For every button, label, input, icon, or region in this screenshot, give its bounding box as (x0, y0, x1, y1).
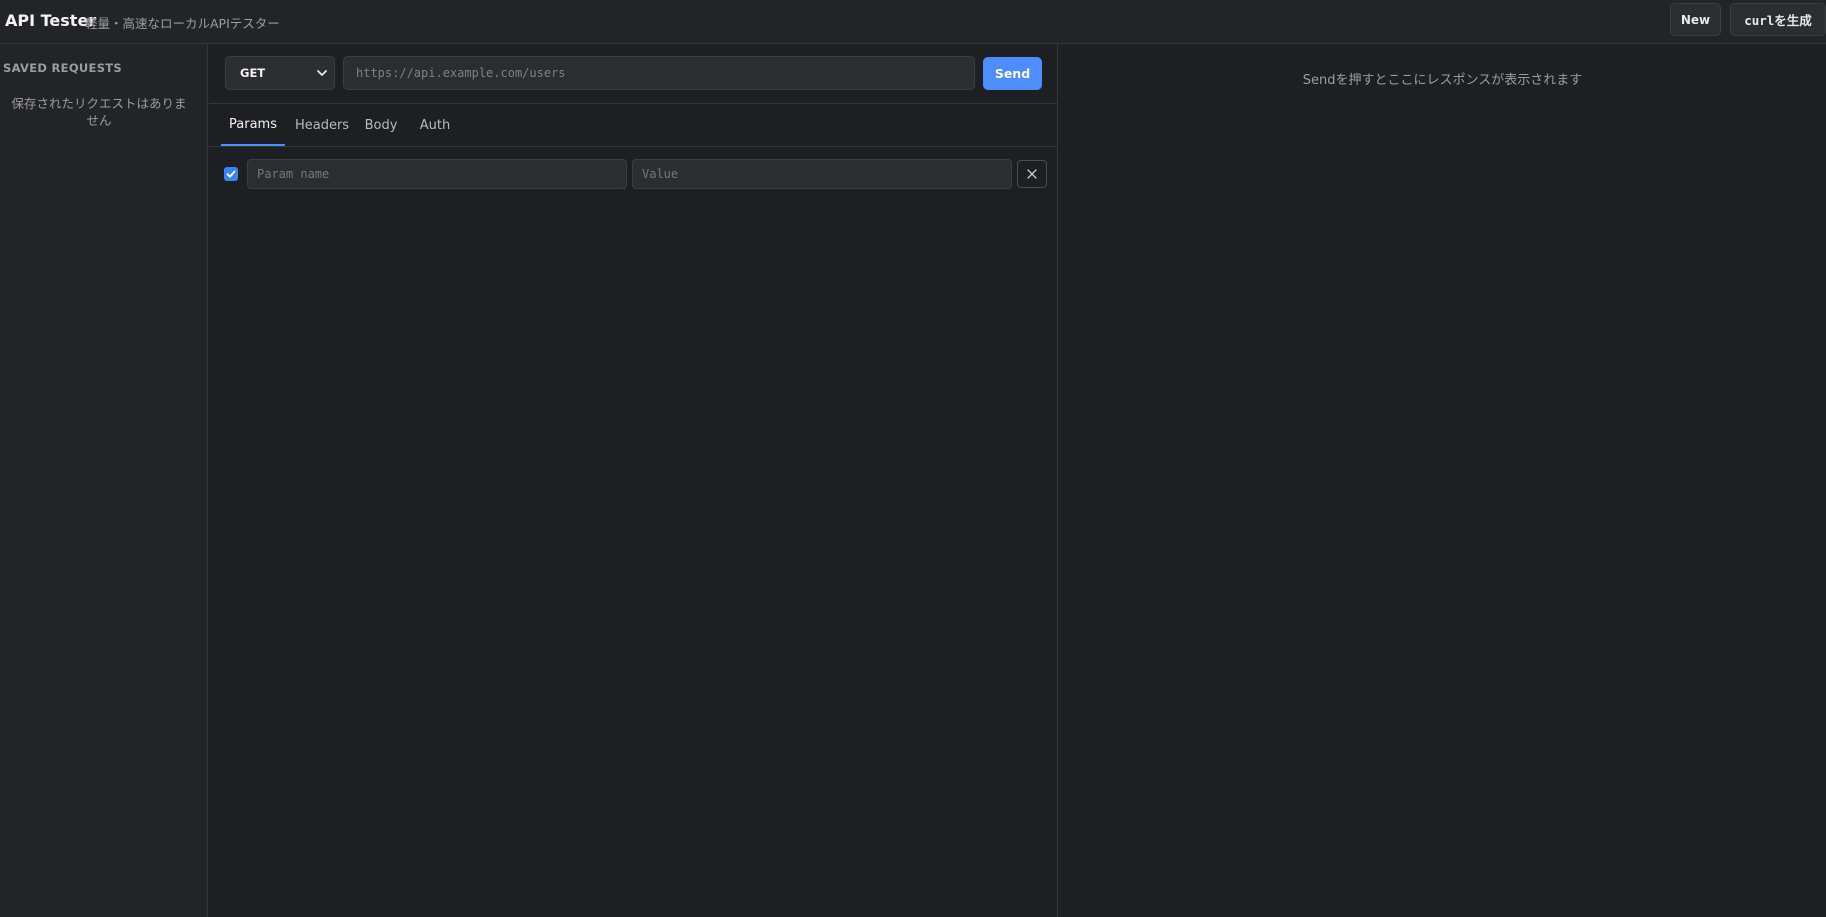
param-value-input[interactable] (632, 159, 1012, 189)
saved-requests-sidebar: SAVED REQUESTS 保存されたリクエストはありません (0, 44, 208, 917)
tab-auth[interactable]: Auth (420, 104, 450, 146)
request-panel: GET Send Params Headers Body Auth (209, 44, 1058, 917)
tab-params[interactable]: Params (221, 104, 285, 146)
tab-headers[interactable]: Headers (295, 104, 349, 146)
generate-curl-button[interactable]: curlを生成 (1730, 3, 1826, 36)
app-subtitle: 軽量・高速なローカルAPIテスター (85, 16, 280, 31)
param-row (209, 159, 1058, 191)
param-name-input[interactable] (247, 159, 627, 189)
app-title: API Tester (5, 11, 97, 30)
method-value: GET (240, 66, 266, 80)
param-enabled-checkbox[interactable] (224, 167, 238, 181)
send-button[interactable]: Send (983, 57, 1042, 90)
url-input[interactable] (343, 56, 975, 90)
checkmark-icon (226, 170, 236, 178)
url-bar: GET Send (209, 44, 1058, 104)
app-header: API Tester 軽量・高速なローカルAPIテスター New curlを生成 (0, 0, 1826, 44)
request-tabs: Params Headers Body Auth (209, 104, 1058, 147)
tab-body[interactable]: Body (365, 104, 398, 146)
remove-param-button[interactable] (1017, 160, 1047, 188)
response-empty-message: Sendを押すとここにレスポンスが表示されます (1302, 73, 1583, 88)
chevron-down-icon (317, 70, 327, 76)
new-request-button[interactable]: New (1670, 3, 1721, 36)
sidebar-title: SAVED REQUESTS (3, 61, 122, 75)
method-select[interactable]: GET (225, 56, 335, 90)
close-icon (1027, 169, 1037, 179)
sidebar-empty-message: 保存されたリクエストはありません (11, 96, 187, 128)
response-panel: Sendを押すとここにレスポンスが表示されます (1059, 44, 1826, 917)
